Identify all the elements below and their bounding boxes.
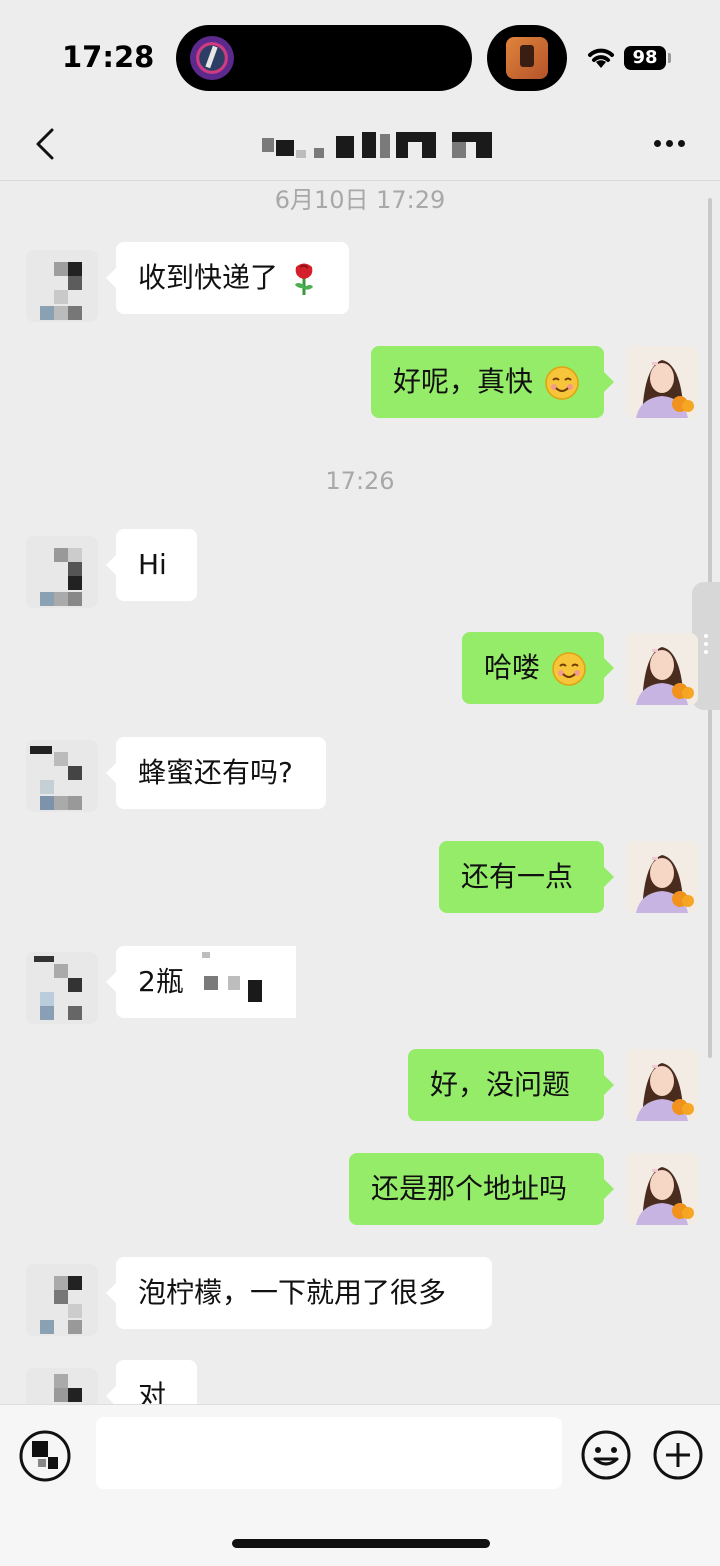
live-activity-avatar [190,36,234,80]
message-text: 蜂蜜还有吗? [138,756,293,789]
smile-emoji-icon [545,366,579,400]
message-text: 泡柠檬，一下就用了很多 [138,1276,447,1309]
avatar[interactable] [26,740,98,812]
my-avatar[interactable] [626,841,698,913]
rose-icon [294,263,313,295]
message-input[interactable] [96,1417,562,1489]
app-thumbnail [506,37,548,79]
dynamic-island[interactable] [176,25,472,91]
message-bubble-outgoing[interactable]: 好呢，真快 [371,346,614,418]
live-activity-app[interactable] [487,25,567,91]
status-time: 17:28 [62,40,155,74]
my-avatar[interactable] [626,633,698,705]
message-bubble-outgoing[interactable]: 好，没问题 [408,1049,614,1121]
smile-emoji-icon [552,652,586,686]
timestamp: 6月10日 17:29 [274,186,446,214]
plus-icon[interactable] [652,1429,704,1481]
wifi-icon [588,48,614,68]
message-text: Hi [138,548,167,581]
more-icon[interactable] [650,134,690,154]
my-avatar[interactable] [626,346,698,418]
message-bubble-incoming[interactable]: 2瓶 [106,946,296,1018]
chat-title-obscured [262,132,492,158]
battery-tip [668,53,671,63]
message-text: 收到快递了 [138,261,279,294]
battery-icon: 98 [624,46,666,70]
message-text: 还有一点 [461,860,574,893]
voice-icon[interactable] [18,1429,72,1483]
message-bubble-incoming[interactable]: 蜂蜜还有吗? [106,737,326,809]
message-bubble-outgoing[interactable]: 还是那个地址吗 [349,1153,614,1225]
message-bubble-outgoing[interactable]: 还有一点 [439,841,614,913]
chat-header [0,110,720,181]
message-text: 哈喽 [484,651,541,684]
message-bubble-incoming[interactable]: 泡柠檬，一下就用了很多 [106,1257,492,1329]
message-text: 还是那个地址吗 [371,1172,568,1205]
my-avatar[interactable] [626,1049,698,1121]
message-bubble-outgoing[interactable]: 哈喽 [462,632,614,704]
emoji-icon[interactable] [580,1429,632,1481]
message-text: 好呢，真快 [393,365,534,398]
status-bar: 17:28 98 [0,0,720,110]
home-indicator[interactable] [232,1539,490,1548]
back-icon[interactable] [28,124,68,164]
timestamp: 17:26 [325,467,395,495]
avatar[interactable] [26,250,98,322]
avatar[interactable] [26,1264,98,1336]
message-text: 好，没问题 [430,1068,571,1101]
my-avatar[interactable] [626,1153,698,1225]
avatar[interactable] [26,536,98,608]
message-bubble-incoming[interactable]: 收到快递了 [106,242,349,314]
message-bubble-incoming[interactable]: Hi [106,529,197,601]
message-text: 2瓶 [138,965,184,998]
avatar[interactable] [26,952,98,1024]
obscured-text [200,946,296,1018]
